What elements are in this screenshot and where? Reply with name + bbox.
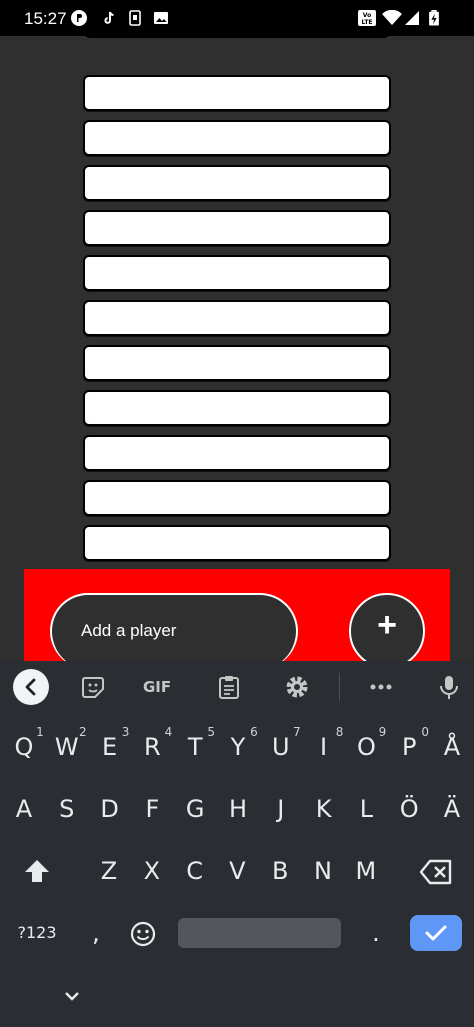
enter-key[interactable] (410, 915, 462, 951)
key[interactable]: L (346, 783, 386, 835)
key[interactable]: A (4, 783, 44, 835)
battery-charging-icon (429, 10, 439, 26)
key[interactable]: G (175, 783, 215, 835)
add-player-input[interactable]: Add a player (50, 593, 298, 661)
key-hint: 4 (164, 725, 173, 739)
screenshot-icon (129, 10, 141, 26)
key[interactable]: D (90, 783, 130, 835)
hide-keyboard-icon[interactable] (62, 986, 82, 1006)
comma-key[interactable]: , (76, 907, 116, 959)
backspace-icon[interactable] (419, 859, 453, 885)
toolbar-divider (339, 673, 340, 701)
svg-text:Vo: Vo (363, 12, 371, 19)
key[interactable]: X (132, 845, 172, 897)
key[interactable]: N (303, 845, 343, 897)
player-slot[interactable] (83, 210, 391, 246)
gallery-icon (154, 12, 168, 24)
volte-icon: VoLTE (358, 10, 376, 26)
back-chevron-icon[interactable] (13, 669, 49, 705)
svg-text:LTE: LTE (361, 19, 372, 26)
symbols-key[interactable]: ?123 (12, 907, 62, 959)
key[interactable]: J (261, 783, 301, 835)
key[interactable]: B (260, 845, 300, 897)
app-content: Add a player + (0, 36, 474, 661)
key-hint: 6 (250, 725, 258, 739)
keyboard: GIF Q1W2E3R4T5Y6U7I8O9P0ÅASDFGHJKLÖÄZXCV… (0, 661, 474, 1027)
player-slot[interactable] (83, 435, 391, 471)
player-slot[interactable] (83, 120, 391, 156)
key-hint: 0 (421, 725, 429, 739)
key-hint: 3 (121, 725, 130, 739)
emoji-icon[interactable] (129, 920, 157, 948)
player-slot[interactable] (83, 165, 391, 201)
key-hint: 9 (378, 725, 387, 739)
add-player-panel: Add a player + (24, 569, 450, 661)
status-time: 15:27 (24, 9, 67, 28)
more-icon[interactable] (368, 674, 394, 700)
add-player-button[interactable]: + (349, 593, 425, 661)
clipboard-icon[interactable] (216, 674, 242, 700)
key[interactable]: K (304, 783, 344, 835)
player-slot[interactable] (83, 345, 391, 381)
signal-icon (405, 11, 419, 25)
key[interactable]: F (132, 783, 172, 835)
keyboard-toolbar: GIF (0, 661, 474, 711)
key[interactable]: M (346, 845, 386, 897)
key-hint: 2 (78, 725, 87, 739)
player-slot[interactable] (83, 525, 391, 561)
key[interactable]: Ä (432, 783, 472, 835)
player-slot[interactable] (83, 390, 391, 426)
player-slot[interactable] (83, 300, 391, 336)
status-bar: 15:27 Vo LTE (0, 0, 474, 36)
period-key[interactable]: . (356, 907, 396, 959)
key[interactable]: C (175, 845, 215, 897)
space-key[interactable] (178, 918, 341, 948)
key[interactable]: Å (432, 721, 472, 773)
key[interactable]: V (217, 845, 257, 897)
wifi-icon (382, 10, 402, 25)
settings-icon[interactable] (284, 674, 310, 700)
key-hint: 7 (292, 725, 301, 739)
microphone-icon[interactable] (436, 674, 462, 700)
player-slot[interactable] (83, 480, 391, 516)
key[interactable]: S (47, 783, 87, 835)
key[interactable]: Z (89, 845, 129, 897)
key[interactable]: Ö (389, 783, 429, 835)
app-notification-icon (71, 10, 87, 26)
player-slot[interactable] (83, 75, 391, 111)
add-player-placeholder: Add a player (81, 621, 177, 640)
tiktok-icon (104, 11, 114, 24)
shift-icon[interactable] (23, 858, 51, 884)
key-hint: 1 (36, 725, 44, 739)
player-slot[interactable] (83, 255, 391, 291)
key[interactable]: H (218, 783, 258, 835)
plus-icon: + (377, 606, 397, 644)
gif-icon[interactable]: GIF (143, 678, 177, 704)
checkmark-icon (425, 925, 447, 941)
sticker-icon[interactable] (80, 674, 106, 700)
player-slot-partial[interactable] (84, 36, 390, 38)
key-hint: 5 (207, 725, 215, 739)
key-hint: 8 (335, 725, 344, 739)
